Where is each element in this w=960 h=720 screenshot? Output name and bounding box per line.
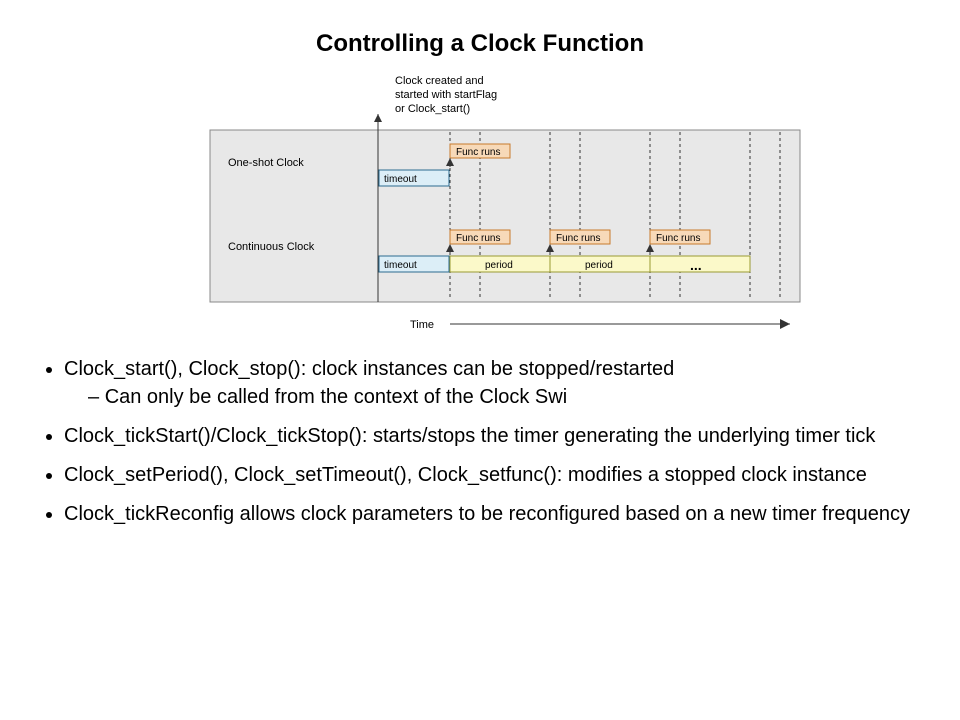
cont-func3-text: Func runs [656, 233, 700, 244]
bullet-1-text: Clock_start(), Clock_stop(): clock insta… [64, 358, 674, 380]
annotation-line3: or Clock_start() [395, 103, 470, 115]
bullet-1: Clock_start(), Clock_stop(): clock insta… [64, 357, 920, 410]
annotation-line2: started with startFlag [395, 89, 497, 101]
oneshot-label: One-shot Clock [228, 157, 304, 169]
oneshot-func-text: Func runs [456, 147, 500, 158]
bullet-4: Clock_tickReconfig allows clock paramete… [64, 502, 920, 527]
cont-period2-text: period [585, 260, 613, 271]
annotation-line1: Clock created and [395, 75, 484, 87]
timing-diagram: Clock created and started with startFlag… [40, 72, 920, 337]
bullet-3: Clock_setPeriod(), Clock_setTimeout(), C… [64, 463, 920, 488]
cont-func2-text: Func runs [556, 233, 600, 244]
cont-timeout-text: timeout [384, 260, 417, 271]
start-arrowhead [374, 114, 382, 122]
time-arrowhead [780, 319, 790, 329]
bullet-2: Clock_tickStart()/Clock_tickStop(): star… [64, 424, 920, 449]
slide-title: Controlling a Clock Function [40, 30, 920, 58]
time-label: Time [410, 319, 434, 331]
cont-ellipsis-text: ... [690, 257, 702, 273]
cont-func1-text: Func runs [456, 233, 500, 244]
cont-period1-text: period [485, 260, 513, 271]
bullet-1-sub-1: Can only be called from the context of t… [88, 385, 920, 410]
oneshot-timeout-text: timeout [384, 174, 417, 185]
bullet-list: Clock_start(), Clock_stop(): clock insta… [40, 357, 920, 527]
continuous-label: Continuous Clock [228, 241, 315, 253]
